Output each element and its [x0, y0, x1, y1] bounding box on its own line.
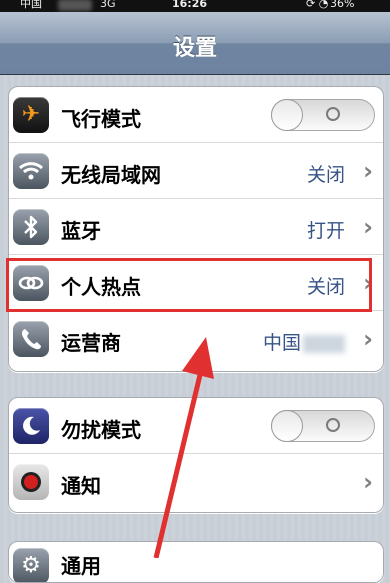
airplane-mode-toggle[interactable] [271, 99, 375, 131]
navigation-bar: 设置 [0, 12, 390, 75]
gear-icon: ⚙ [13, 548, 49, 582]
settings-row-personal-hotspot[interactable]: 个人热点 关闭 › [9, 255, 383, 311]
row-label: 勿扰模式 [61, 418, 141, 442]
row-label: 飞行模式 [61, 107, 141, 131]
carrier-value-blur [303, 334, 345, 353]
row-label: 个人热点 [61, 275, 141, 299]
toggle-off-indicator [326, 418, 340, 432]
battery-percent: 36% [330, 0, 355, 10]
row-label: 运营商 [61, 331, 121, 355]
settings-group-connectivity: ✈ 飞行模式 无线局域网 关闭 › 蓝牙 打开 › 个人热点 关闭 › 运营商 [8, 86, 384, 372]
bluetooth-icon [13, 209, 49, 245]
row-label: 蓝牙 [61, 219, 101, 243]
wifi-icon [13, 153, 49, 189]
settings-row-wifi[interactable]: 无线局域网 关闭 › [9, 143, 383, 199]
chevron-right-icon: › [363, 269, 373, 297]
hotspot-icon [13, 265, 49, 301]
toggle-off-indicator [326, 107, 340, 121]
row-label: 无线局域网 [61, 163, 161, 187]
settings-row-bluetooth[interactable]: 蓝牙 打开 › [9, 199, 383, 255]
notification-icon [13, 464, 49, 500]
lock-rotation-icon: ⟳ ◔ [306, 0, 329, 10]
row-label: 通知 [61, 474, 101, 498]
do-not-disturb-toggle[interactable] [271, 410, 375, 442]
phone-icon [13, 321, 49, 357]
chevron-right-icon: › [363, 468, 373, 496]
airplane-icon: ✈ [13, 97, 49, 133]
status-bar: 中国 3G 16:26 ⟳ ◔ 36% [0, 0, 390, 12]
chevron-right-icon: › [363, 213, 373, 241]
row-value: 打开 [306, 220, 345, 242]
carrier-value-text: 中国 [262, 332, 301, 354]
settings-row-airplane-mode: ✈ 飞行模式 [9, 87, 383, 143]
row-value: 关闭 [306, 164, 345, 186]
row-label: 通用 [61, 554, 101, 578]
carrier-name: 中国 [20, 0, 42, 10]
toggle-knob [271, 410, 303, 442]
moon-icon [13, 408, 49, 444]
page-title: 设置 [172, 36, 217, 61]
status-time: 16:26 [172, 0, 208, 10]
carrier-blur [58, 0, 92, 11]
row-value: 关闭 [306, 276, 345, 298]
toggle-knob [271, 99, 303, 131]
annotation-arrow [153, 337, 214, 558]
network-type: 3G [100, 0, 116, 10]
chevron-right-icon: › [363, 157, 373, 185]
row-value: 中国 [263, 328, 345, 355]
chevron-right-icon: › [363, 325, 373, 353]
